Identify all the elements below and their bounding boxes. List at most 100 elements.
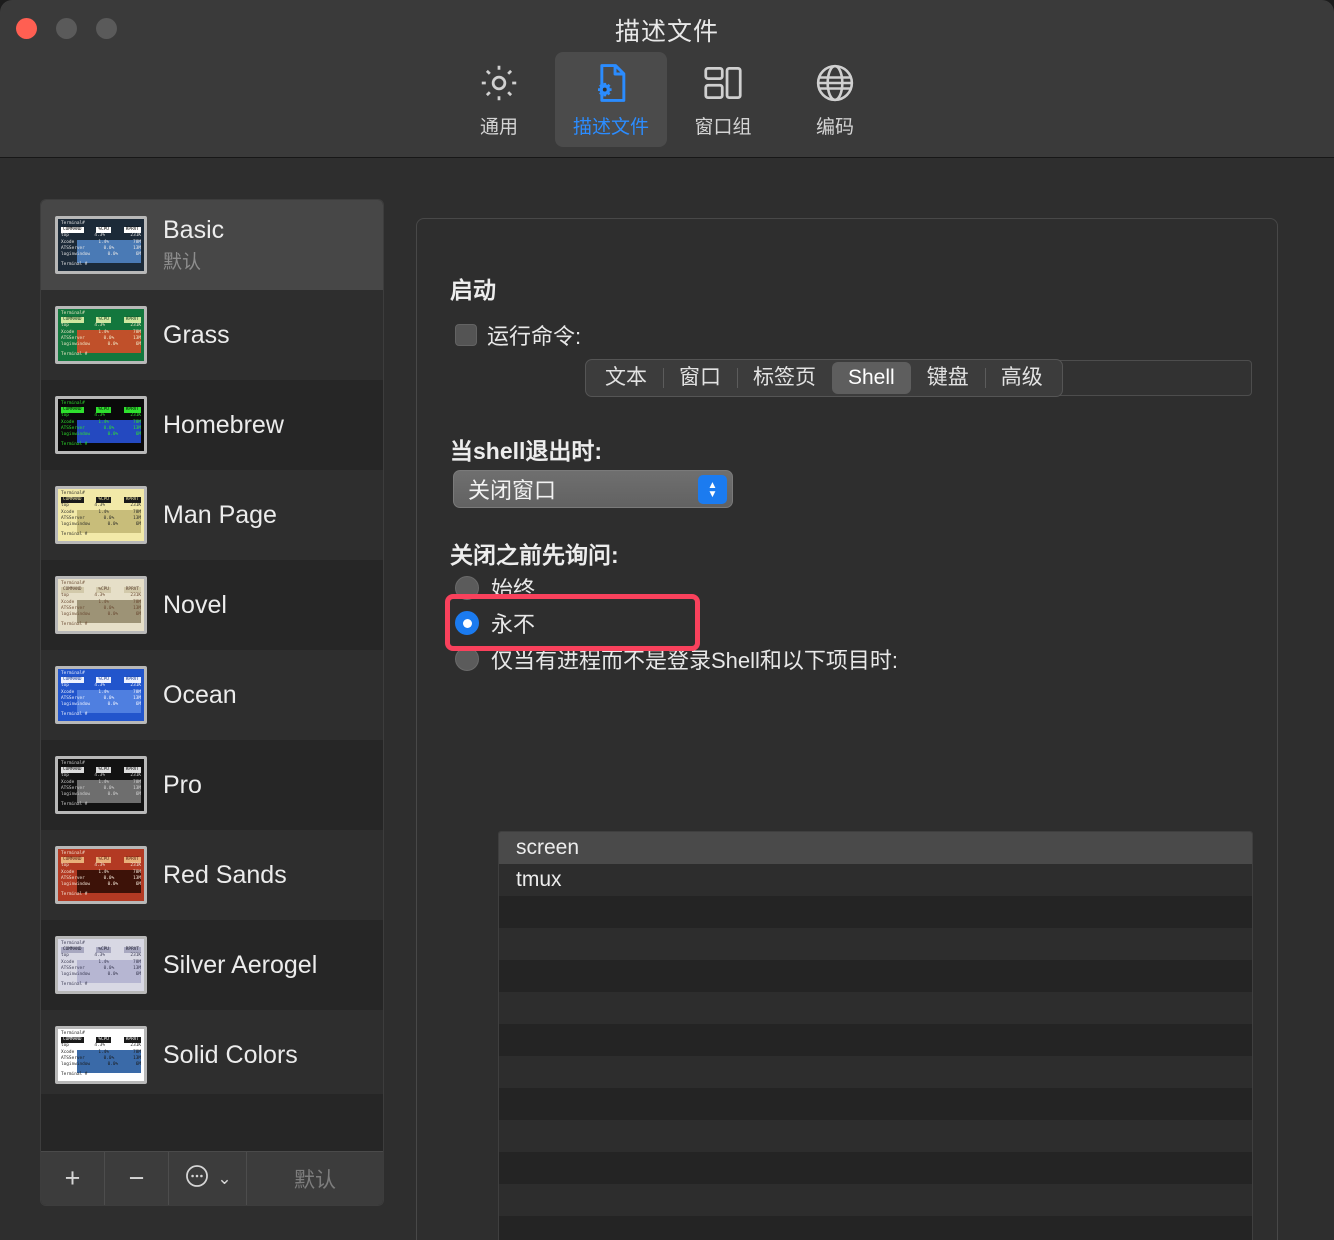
preferences-toolbar: 通用 描述文件 窗口组 编码 (0, 52, 1334, 147)
document-gear-icon (588, 60, 634, 106)
ellipsis-circle-icon (183, 1162, 211, 1195)
profile-thumbnail: Terminal# COMMAND %CPU RPRVT top 4.3% 231K Xcod… (55, 576, 147, 634)
popup-arrows-icon: ▲ ▼ (698, 475, 727, 504)
remove-profile-button[interactable]: − (105, 1152, 169, 1205)
toolbar-item-encodings[interactable]: 编码 (779, 52, 891, 147)
tab-高级[interactable]: 高级 (984, 362, 1059, 394)
gear-icon (476, 60, 522, 106)
sidebar-footer-toolbar: + − ⌄ 默认 (41, 1151, 383, 1205)
process-list-row[interactable] (499, 1184, 1252, 1216)
profile-thumbnail: Terminal# COMMAND %CPU RPRVT top 4.3% 231K Xcod… (55, 756, 147, 814)
process-list-row[interactable] (499, 896, 1252, 928)
profile-list-item[interactable]: Terminal# COMMAND %CPU RPRVT top 4.3% 231K Xcod… (41, 290, 383, 380)
on-exit-heading: 当shell退出时: (450, 438, 603, 464)
radio-always[interactable] (455, 576, 479, 600)
profile-default-badge: 默认 (163, 252, 202, 273)
profile-text: Basic 默认 (163, 216, 224, 274)
profile-thumbnail: Terminal# COMMAND %CPU RPRVT top 4.3% 231K Xcod… (55, 1026, 147, 1084)
profile-text: Red Sands (163, 861, 287, 890)
window-title: 描述文件 (614, 18, 719, 46)
profile-list-empty-area (41, 1094, 383, 1151)
process-list-row[interactable]: tmux (499, 864, 1252, 896)
profile-name: Solid Colors (163, 1040, 298, 1069)
process-list-row[interactable] (499, 992, 1252, 1024)
set-default-button[interactable]: 默认 (247, 1152, 383, 1205)
prompt-option-only-if-processes-label: 仅当有进程而不是登录Shell和以下项目时: (491, 648, 899, 673)
process-list-row[interactable] (499, 1152, 1252, 1184)
run-command-checkbox[interactable] (455, 324, 477, 346)
process-list-row[interactable] (499, 928, 1252, 960)
process-list-row[interactable] (499, 1056, 1252, 1088)
prompt-option-always[interactable]: 始终 (455, 572, 535, 604)
tab-shell[interactable]: Shell (832, 362, 911, 394)
process-list-row[interactable] (499, 1120, 1252, 1152)
profile-list-item[interactable]: Terminal# COMMAND %CPU RPRVT top 4.3% 231K Xcod… (41, 470, 383, 560)
profile-list-item[interactable]: Terminal# COMMAND %CPU RPRVT top 4.3% 231K Xcod… (41, 380, 383, 470)
prompt-option-never[interactable]: 永不 (455, 607, 535, 639)
tab-标签页[interactable]: 标签页 (737, 362, 832, 394)
profile-thumbnail: Terminal# COMMAND %CPU RPRVT top 4.3% 231K Xcod… (55, 306, 147, 364)
process-list-row[interactable] (499, 960, 1252, 992)
prompt-option-never-label: 永不 (491, 612, 536, 637)
profile-list-item[interactable]: Terminal# COMMAND %CPU RPRVT top 4.3% 231K Xcod… (41, 650, 383, 740)
add-profile-button[interactable]: + (41, 1152, 105, 1205)
profile-list-item[interactable]: Terminal# COMMAND %CPU RPRVT top 4.3% 231K Xcod… (41, 560, 383, 650)
profile-name: Grass (163, 320, 230, 349)
profile-name: Basic (163, 216, 225, 244)
profile-text: Grass (163, 321, 230, 350)
profile-list-item[interactable]: Terminal# COMMAND %CPU RPRVT top 4.3% 231K Xcod… (41, 200, 383, 290)
toolbar-item-general-label: 通用 (479, 117, 518, 138)
process-list[interactable]: screen tmux (498, 831, 1253, 1240)
run-command-row: 运行命令: (455, 319, 581, 351)
profile-list[interactable]: Terminal# COMMAND %CPU RPRVT top 4.3% 231K Xcod… (41, 200, 383, 1094)
profile-actions-menu-button[interactable]: ⌄ (169, 1152, 247, 1205)
toolbar-item-profiles[interactable]: 描述文件 (555, 52, 667, 147)
toolbar-item-encodings-label: 编码 (815, 117, 854, 138)
preferences-body: Terminal# COMMAND %CPU RPRVT top 4.3% 231K Xcod… (0, 159, 1334, 1240)
profile-name: Pro (163, 770, 202, 799)
prompt-option-always-label: 始终 (491, 577, 536, 602)
process-list-row[interactable] (499, 1024, 1252, 1056)
profile-list-item[interactable]: Terminal# COMMAND %CPU RPRVT top 4.3% 231K Xcod… (41, 920, 383, 1010)
on-exit-selected-value: 关闭窗口 (468, 478, 557, 503)
profile-name: Silver Aerogel (163, 950, 318, 979)
radio-only-if-processes[interactable] (455, 647, 479, 671)
profile-thumbnail: Terminal# COMMAND %CPU RPRVT top 4.3% 231K Xcod… (55, 396, 147, 454)
on-exit-popup-button[interactable]: 关闭窗口 ▲ ▼ (453, 470, 733, 508)
process-list-row[interactable]: screen (499, 832, 1252, 864)
process-list-row[interactable] (499, 1088, 1252, 1120)
profile-name: Man Page (163, 500, 277, 529)
toolbar-item-window-groups-label: 窗口组 (694, 117, 752, 138)
profile-thumbnail: Terminal# COMMAND %CPU RPRVT top 4.3% 231K Xcod… (55, 936, 147, 994)
profile-list-item[interactable]: Terminal# COMMAND %CPU RPRVT top 4.3% 231K Xcod… (41, 1010, 383, 1094)
settings-tab-bar: 文本 窗口 标签页 Shell 键盘 高级 (585, 359, 1063, 397)
profile-text: Silver Aerogel (163, 951, 317, 980)
tab-窗口[interactable]: 窗口 (663, 362, 737, 394)
prompt-option-only-if-processes[interactable]: 仅当有进程而不是登录Shell和以下项目时: (455, 643, 898, 675)
profile-text: Man Page (163, 501, 277, 530)
profile-text: Ocean (163, 681, 237, 710)
profile-name: Red Sands (163, 860, 287, 889)
profile-name: Novel (163, 590, 227, 619)
profile-list-item[interactable]: Terminal# COMMAND %CPU RPRVT top 4.3% 231K Xcod… (41, 740, 383, 830)
toolbar-item-general[interactable]: 通用 (443, 52, 555, 147)
startup-section-heading: 启动 (450, 277, 496, 303)
window-group-icon (700, 60, 746, 106)
profile-text: Homebrew (163, 411, 284, 440)
profile-text: Solid Colors (163, 1041, 298, 1070)
toolbar-item-window-groups[interactable]: 窗口组 (667, 52, 779, 147)
globe-icon (812, 60, 858, 106)
process-list-row[interactable] (499, 1216, 1252, 1240)
profile-thumbnail: Terminal# COMMAND %CPU RPRVT top 4.3% 231K Xcod… (55, 846, 147, 904)
profile-text: Novel (163, 591, 227, 620)
profile-thumbnail: Terminal# COMMAND %CPU RPRVT top 4.3% 231K Xcod… (55, 666, 147, 724)
tab-键盘[interactable]: 键盘 (911, 362, 985, 394)
chevron-down-icon: ⌄ (217, 1168, 232, 1188)
toolbar-item-profiles-label: 描述文件 (572, 117, 649, 138)
tab-文本[interactable]: 文本 (589, 362, 663, 394)
run-command-label: 运行命令: (487, 324, 582, 349)
profile-name: Ocean (163, 680, 237, 709)
profile-list-item[interactable]: Terminal# COMMAND %CPU RPRVT top 4.3% 231K Xcod… (41, 830, 383, 920)
radio-never[interactable] (455, 611, 479, 635)
profile-thumbnail: Terminal# COMMAND %CPU RPRVT top 4.3% 231K Xcod… (55, 216, 147, 274)
